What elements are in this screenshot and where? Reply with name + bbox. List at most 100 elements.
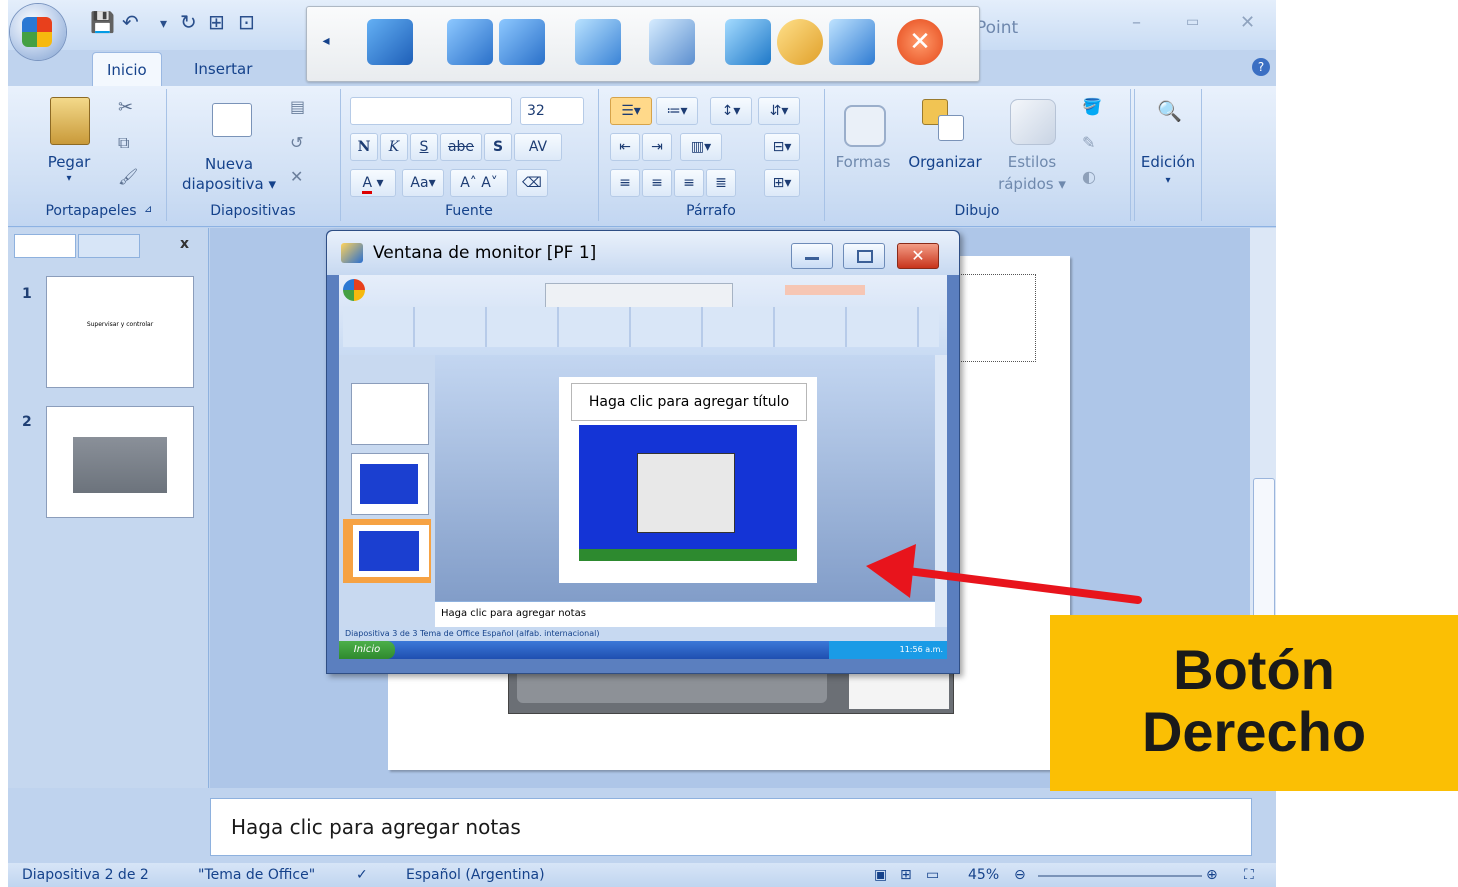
- collapse-arrow-icon[interactable]: ◂: [317, 33, 335, 55]
- monitor-maximize-button[interactable]: [843, 243, 885, 269]
- document-icon[interactable]: [649, 19, 695, 65]
- fill-icon[interactable]: 🪣: [1082, 97, 1102, 116]
- cut-icon[interactable]: ✂: [118, 97, 133, 118]
- new-slide-label[interactable]: Nueva: [174, 155, 284, 173]
- office-button[interactable]: [10, 4, 66, 60]
- zoom-in-icon[interactable]: ⊕: [1206, 867, 1218, 883]
- new-slide-icon[interactable]: [212, 103, 252, 137]
- decrease-indent-button[interactable]: ⇤: [610, 133, 640, 161]
- monitor-window[interactable]: Ventana de monitor [PF 1] ✕ Haga clic pa…: [326, 230, 960, 674]
- underline-button[interactable]: S: [410, 133, 438, 161]
- sync-icon[interactable]: [725, 19, 771, 65]
- spellcheck-icon[interactable]: ✓: [356, 867, 368, 883]
- align-center-button[interactable]: ≡: [642, 169, 672, 197]
- close-pane-icon[interactable]: x: [180, 236, 189, 252]
- notes-pane[interactable]: Haga clic para agregar notas: [210, 798, 1252, 856]
- tab-outline[interactable]: [78, 234, 140, 258]
- zoom-level[interactable]: 45%: [968, 867, 999, 883]
- hand-icon[interactable]: [777, 19, 823, 65]
- copy-icon[interactable]: ⧉: [118, 133, 129, 153]
- arrange-label[interactable]: Organizar: [900, 153, 990, 171]
- shadow-button[interactable]: S: [484, 133, 512, 161]
- columns-button[interactable]: ▥▾: [680, 133, 722, 161]
- find-icon[interactable]: 🔍: [1157, 99, 1182, 123]
- redo-icon[interactable]: ↻: [180, 10, 197, 34]
- paste-button-label[interactable]: Pegar: [36, 153, 102, 171]
- slideshow-view-icon[interactable]: ▭: [926, 867, 939, 883]
- grid-icon[interactable]: ⊡: [238, 10, 255, 34]
- slide-thumb-2[interactable]: [46, 406, 194, 518]
- dialog-launcher-icon[interactable]: ⊿: [144, 204, 152, 215]
- undo-icon[interactable]: ↶: [122, 10, 139, 34]
- italic-button[interactable]: K: [380, 133, 408, 161]
- close-toolbar-icon[interactable]: ✕: [897, 19, 943, 65]
- paste-dropdown-icon[interactable]: ▾: [36, 173, 102, 184]
- change-case-button[interactable]: Aa▾: [402, 169, 444, 197]
- zoom-slider[interactable]: [1038, 875, 1202, 877]
- quick-styles-label[interactable]: Estilos: [994, 153, 1070, 171]
- bullets-button[interactable]: ☰▾: [610, 97, 652, 125]
- help-icon[interactable]: ?: [1252, 58, 1270, 76]
- font-name-input[interactable]: [350, 97, 512, 125]
- font-size-input[interactable]: 32: [520, 97, 584, 125]
- mini-clock: 11:56 a.m.: [829, 641, 947, 659]
- thumb-number-1: 1: [22, 286, 32, 302]
- line-spacing-button[interactable]: ↕▾: [710, 97, 752, 125]
- numbering-button[interactable]: ≔▾: [656, 97, 698, 125]
- font-grow-shrink-button[interactable]: A˄ A˅: [450, 169, 508, 197]
- clear-format-icon[interactable]: ⌫: [516, 169, 548, 197]
- strike-button[interactable]: abe: [440, 133, 482, 161]
- new-slide-label-2[interactable]: diapositiva ▾: [174, 175, 284, 193]
- minimize-icon[interactable]: –: [1132, 12, 1141, 33]
- mini-office-icon: [343, 279, 365, 301]
- shapes-label[interactable]: Formas: [828, 153, 898, 171]
- bold-button[interactable]: N: [350, 133, 378, 161]
- spacing-button[interactable]: AV: [514, 133, 562, 161]
- monitor-close-button[interactable]: ✕: [897, 243, 939, 269]
- undo-dropdown-icon[interactable]: ▾: [160, 16, 167, 32]
- floating-toolbar: ◂ ✕: [306, 6, 980, 82]
- tab-slides[interactable]: [14, 234, 76, 258]
- increase-indent-button[interactable]: ⇥: [642, 133, 672, 161]
- fit-window-icon[interactable]: ⛶: [1244, 867, 1254, 883]
- receive-screen-icon[interactable]: [499, 19, 545, 65]
- sorter-view-icon[interactable]: ⊞: [900, 867, 912, 883]
- tab-inicio[interactable]: Inicio: [92, 52, 162, 87]
- paste-icon[interactable]: [50, 97, 90, 145]
- mini-thumb-3-selected: [343, 519, 431, 583]
- align-text-button[interactable]: ⊟▾: [764, 133, 800, 161]
- zoom-out-icon[interactable]: ⊖: [1014, 867, 1026, 883]
- text-direction-button[interactable]: ⇵▾: [758, 97, 800, 125]
- close-icon[interactable]: ✕: [1240, 12, 1255, 33]
- format-painter-icon[interactable]: 🖌: [118, 167, 138, 186]
- layout-icon[interactable]: ⊞: [208, 10, 225, 34]
- slide-thumb-1[interactable]: Supervisar y controlar: [46, 276, 194, 388]
- delete-slide-icon[interactable]: ✕: [290, 167, 303, 186]
- refresh-document-icon[interactable]: [829, 19, 875, 65]
- mini-windows-taskbar: Inicio 11:56 a.m.: [339, 641, 947, 659]
- outline-icon[interactable]: ✎: [1082, 133, 1095, 152]
- quick-styles-icon[interactable]: [1010, 99, 1056, 145]
- tab-insertar[interactable]: Insertar: [180, 52, 266, 86]
- transfer-icon[interactable]: [575, 19, 621, 65]
- font-color-button[interactable]: A ▾: [350, 169, 396, 197]
- monitor-minimize-button[interactable]: [791, 243, 833, 269]
- normal-view-icon[interactable]: ▣: [874, 867, 887, 883]
- monitor-icon[interactable]: [367, 19, 413, 65]
- justify-button[interactable]: ≣: [706, 169, 736, 197]
- editing-dropdown-icon[interactable]: ▾: [1135, 175, 1201, 186]
- editing-label[interactable]: Edición: [1135, 153, 1201, 171]
- align-left-button[interactable]: ≡: [610, 169, 640, 197]
- save-icon[interactable]: 💾: [90, 10, 115, 34]
- shapes-icon[interactable]: [844, 105, 886, 147]
- quick-styles-label-2[interactable]: rápidos ▾: [984, 175, 1080, 193]
- restore-icon[interactable]: ▭: [1186, 14, 1199, 30]
- effects-icon[interactable]: ◐: [1082, 167, 1096, 186]
- align-right-button[interactable]: ≡: [674, 169, 704, 197]
- smartart-button[interactable]: ⊞▾: [764, 169, 800, 197]
- notes-placeholder[interactable]: Haga clic para agregar notas: [231, 815, 521, 839]
- reset-icon[interactable]: ↺: [290, 133, 303, 152]
- title-placeholder[interactable]: [958, 274, 1036, 362]
- send-screen-icon[interactable]: [447, 19, 493, 65]
- layout-icon[interactable]: ▤: [290, 97, 305, 116]
